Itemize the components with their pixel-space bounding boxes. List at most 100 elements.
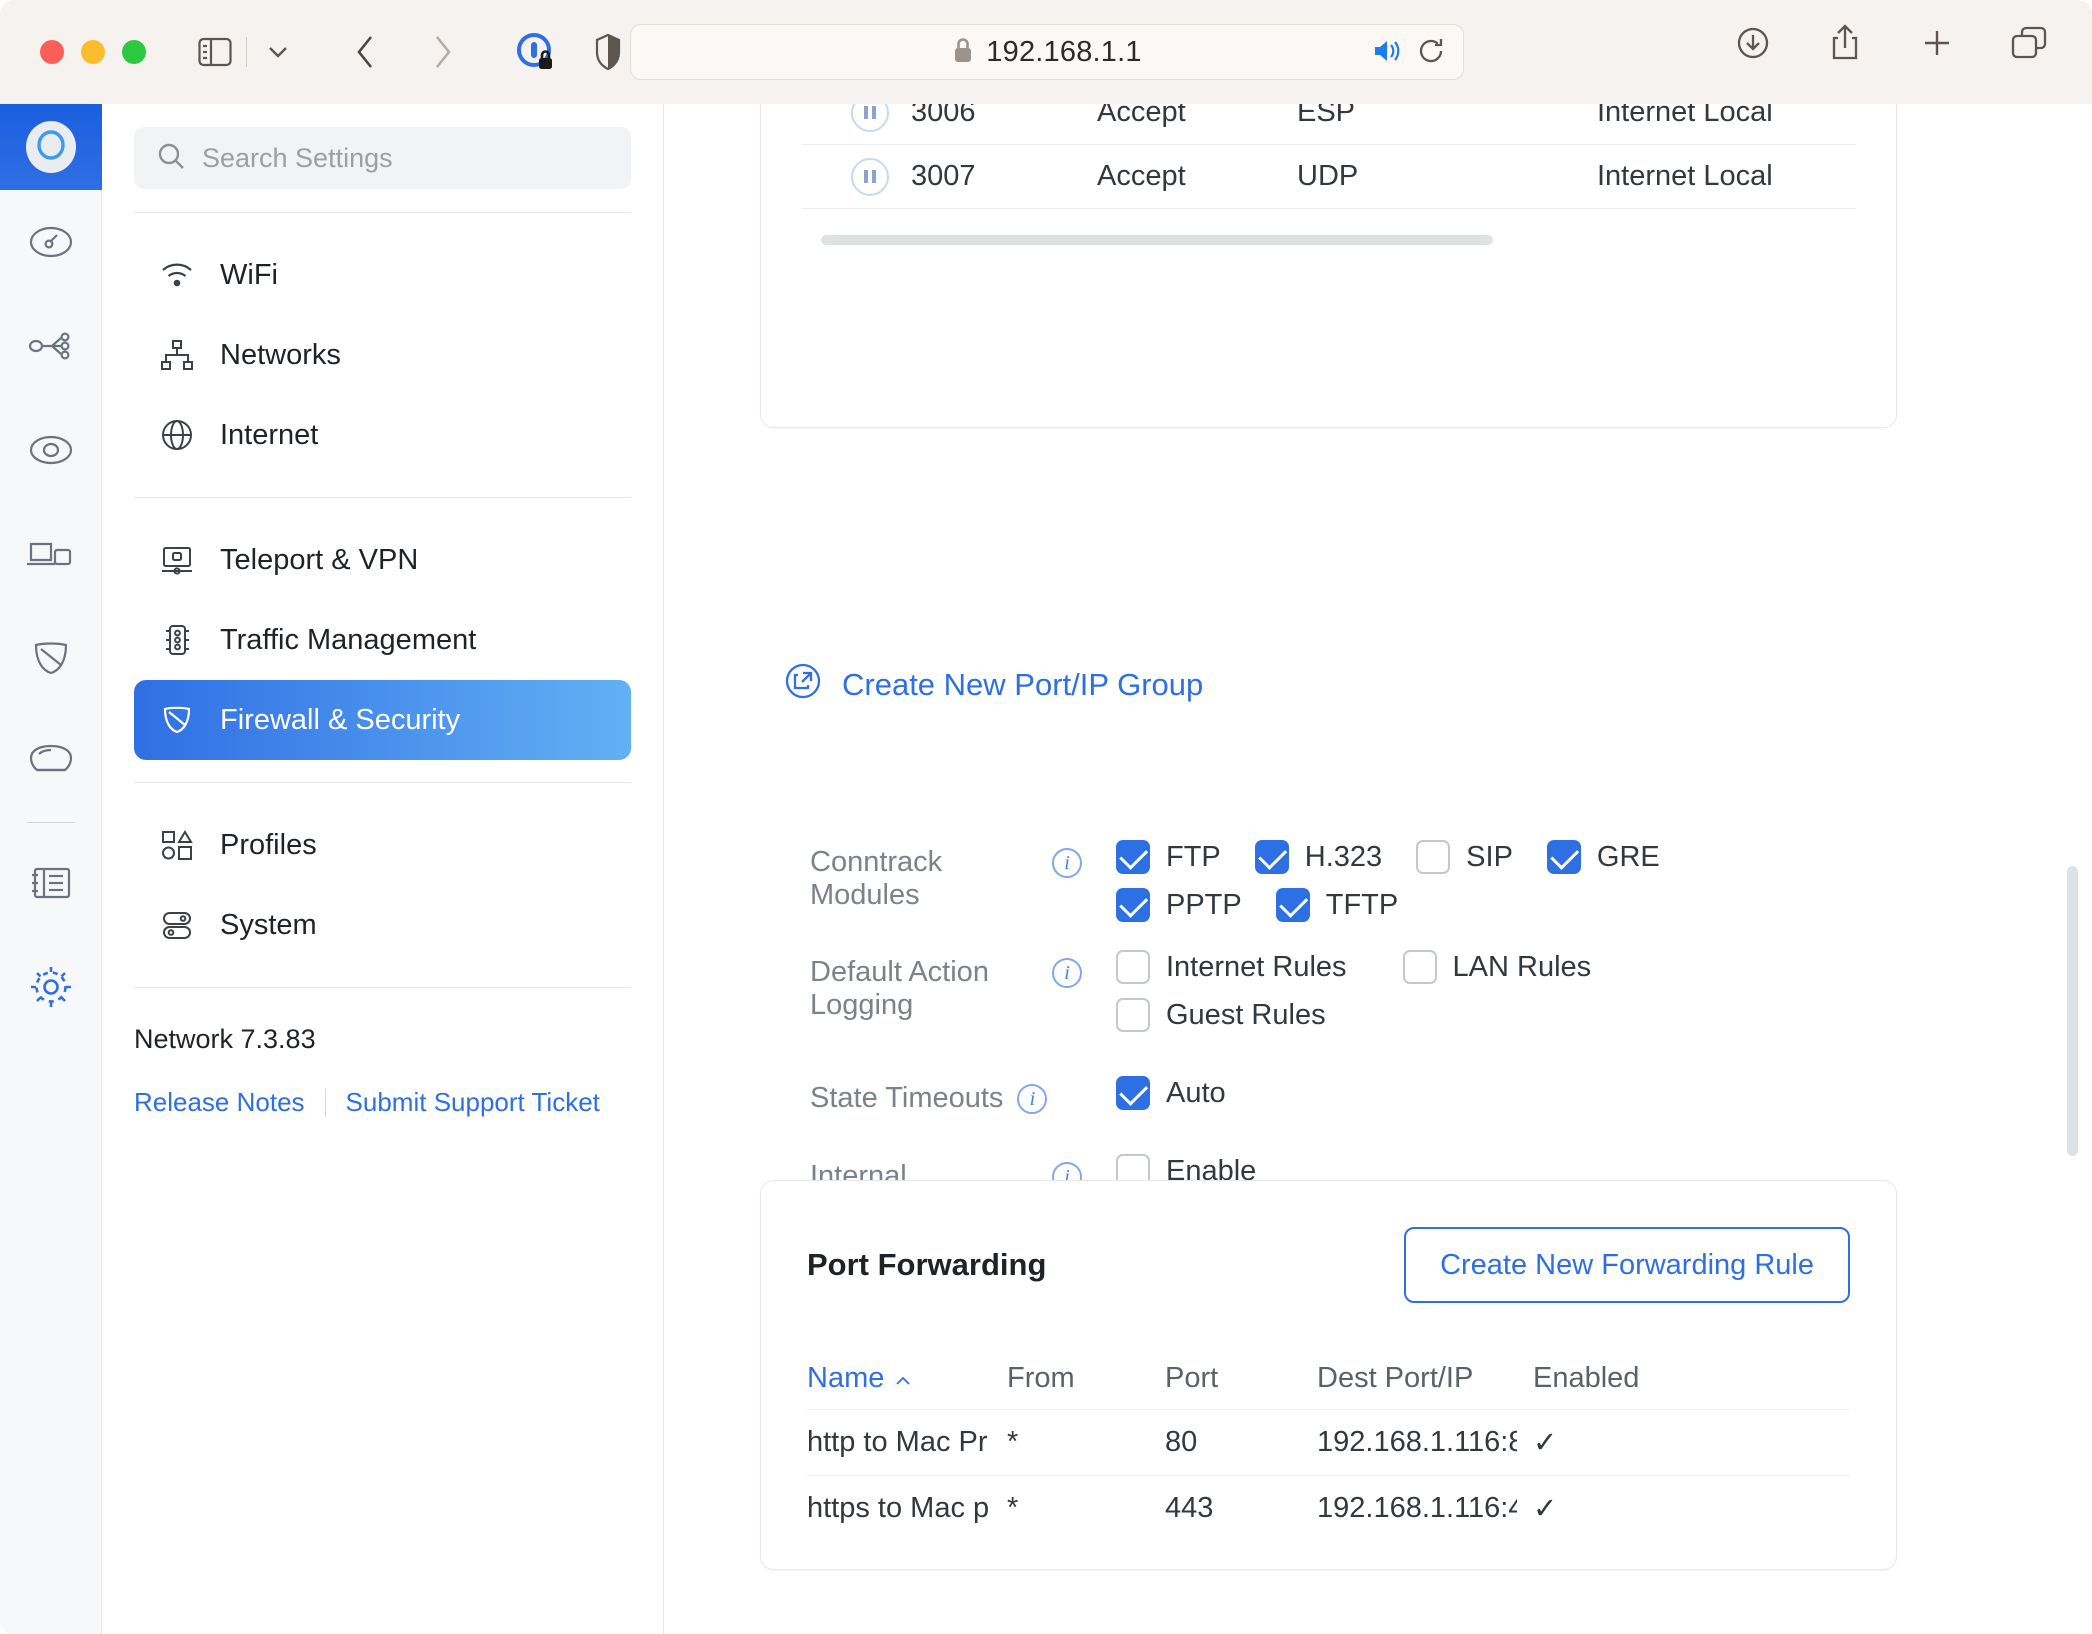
table-row[interactable]: https to Mac p * 443 192.168.1.116:443 ✓ [807,1475,1850,1541]
sidebar-item-networks[interactable]: Networks [134,315,631,395]
table-row[interactable]: 3007 Accept UDP Internet Local [801,145,1856,209]
address-bar[interactable]: 192.168.1.1 [630,24,1464,80]
pause-icon[interactable] [801,157,911,196]
settings-scroll-area[interactable]: 3006 Accept ESP Internet Local 3007 Acce… [664,104,2092,1634]
sidebar-header: Search Settings [102,104,663,212]
port-forwarding-title: Port Forwarding [807,1247,1047,1282]
table-row[interactable]: 3006 Accept ESP Internet Local [801,104,1856,145]
sidebar-footer: Network 7.3.83 Release Notes Submit Supp… [102,988,663,1118]
checkbox-ftp[interactable]: FTP [1116,840,1221,874]
unifi-logo-icon[interactable] [0,104,102,190]
privacy-shield-icon[interactable] [581,25,635,79]
sidebar-item-wifi[interactable]: WiFi [134,235,631,315]
sidebar-item-internet[interactable]: Internet [134,395,631,475]
audio-icon[interactable] [1371,38,1401,69]
page-vertical-scrollbar[interactable] [2067,866,2078,1156]
submit-support-ticket-link[interactable]: Submit Support Ticket [346,1087,600,1118]
reload-icon[interactable] [1417,36,1445,71]
table-row[interactable]: http to Mac Pr * 80 192.168.1.116:80 ✓ [807,1409,1850,1475]
topology-icon[interactable] [0,294,102,398]
profiles-icon [160,828,194,862]
wifi-icon [160,258,194,292]
setting-state-timeouts: State Timeouts i Auto [664,1076,2092,1124]
maximize-window-button[interactable] [122,40,146,64]
checkbox-internet-rules[interactable]: Internet Rules [1116,950,1347,984]
system-icon [160,908,194,942]
sidebar-item-system[interactable]: System [134,885,631,965]
rule-port: 443 [1165,1492,1214,1524]
checkbox-box[interactable] [1116,950,1150,984]
column-header-enabled[interactable]: Enabled [1517,1362,1639,1395]
sidebar-group-system: Profiles System [102,783,663,987]
rule-dest: 192.168.1.116:443 [1317,1492,1517,1524]
checkbox-box[interactable] [1546,840,1581,874]
pause-icon[interactable] [801,104,911,132]
info-icon[interactable]: i [1052,958,1082,988]
main-content: Network Dream Machine [664,104,2092,1634]
password-manager-icon[interactable] [509,25,563,79]
sidebar-item-teleport-vpn[interactable]: Teleport & VPN [134,520,631,600]
checkbox-box[interactable] [1116,840,1150,874]
column-header-name[interactable]: Name [807,1362,1007,1395]
settings-icon[interactable] [0,935,102,1039]
dashboard-icon[interactable] [0,190,102,294]
checkbox-box[interactable] [1402,950,1437,984]
safari-browser-window: 192.168.1.1 Search Settings WiFi Network… [0,0,2092,1634]
table-horizontal-scrollbar[interactable] [821,235,1493,245]
info-icon[interactable]: i [1052,848,1082,878]
downloads-icon[interactable] [1726,16,1780,70]
devices-icon[interactable] [0,398,102,502]
info-icon[interactable]: i [1017,1084,1048,1114]
toolbar-divider [246,37,247,67]
tab-overview-icon[interactable] [2002,16,2056,70]
release-notes-link[interactable]: Release Notes [134,1087,305,1118]
create-link-label: Create New Port/IP Group [842,667,1204,702]
share-icon[interactable] [1818,16,1872,70]
chevron-down-icon[interactable] [251,25,305,79]
checkbox-h323[interactable]: H.323 [1254,840,1382,874]
checkbox-auto[interactable]: Auto [1116,1076,1226,1110]
insights-icon[interactable] [0,710,102,814]
back-icon[interactable] [339,25,393,79]
sidebar-item-firewall-security[interactable]: Firewall & Security [134,680,631,760]
checkbox-sip[interactable]: SIP [1416,840,1513,874]
create-port-ip-group-link[interactable]: Create New Port/IP Group [784,662,1203,708]
checkbox-box[interactable] [1275,888,1310,922]
checkbox-lan-rules[interactable]: LAN Rules [1402,950,1591,984]
clients-icon[interactable] [0,502,102,606]
logs-icon[interactable] [0,831,102,935]
sidebar-toggle-icon[interactable] [188,25,242,79]
search-settings-input[interactable]: Search Settings [134,127,631,189]
lock-icon [952,36,974,69]
sidebar-group-security: Teleport & VPN Traffic Management Firewa… [102,498,663,782]
new-tab-icon[interactable] [1910,16,1964,70]
create-forwarding-rule-button[interactable]: Create New Forwarding Rule [1404,1227,1850,1303]
security-shield-icon[interactable] [0,606,102,710]
checkbox-guest-rules[interactable]: Guest Rules [1116,998,1326,1032]
column-header-port[interactable]: Port [1165,1362,1317,1395]
rule-protocol: UDP [1297,160,1359,192]
browser-toolbar: 192.168.1.1 [0,0,2092,104]
minimize-window-button[interactable] [81,40,105,64]
rule-name: https to Mac p [807,1492,990,1524]
checkbox-gre[interactable]: GRE [1546,840,1660,874]
close-window-button[interactable] [40,40,64,64]
checkbox-pptp[interactable]: PPTP [1116,888,1242,922]
rule-id: 3006 [911,104,976,128]
checkbox-box[interactable] [1116,888,1150,922]
checkbox-box[interactable] [1116,1076,1150,1110]
checkbox-box[interactable] [1416,840,1451,874]
checkbox-box[interactable] [1254,840,1289,874]
chevron-up-icon [894,1362,912,1395]
checkbox-box[interactable] [1116,998,1150,1032]
sidebar-item-traffic-management[interactable]: Traffic Management [134,600,631,680]
checkbox-tftp[interactable]: TFTP [1275,888,1398,922]
column-header-from[interactable]: From [1007,1362,1165,1395]
column-label: Name [807,1361,885,1394]
sidebar-item-profiles[interactable]: Profiles [134,805,631,885]
column-header-dest[interactable]: Dest Port/IP [1317,1362,1517,1395]
rule-action: Accept [1097,104,1186,128]
checkbox-label: GRE [1596,840,1660,873]
forward-icon[interactable] [415,25,469,79]
rule-enabled-check-icon: ✓ [1533,1493,1558,1525]
